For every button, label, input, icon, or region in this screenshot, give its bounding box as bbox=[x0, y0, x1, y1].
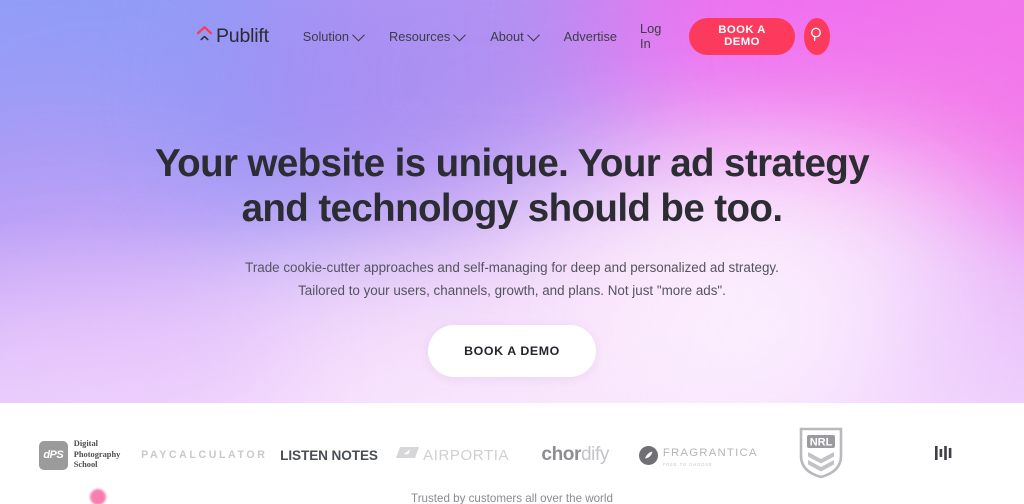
chevron-down-icon bbox=[453, 28, 467, 41]
nrl-shield-icon: NRL bbox=[798, 426, 844, 485]
logo-wordmark: Publift bbox=[216, 24, 269, 47]
brand-logo-fragrantica[interactable]: FRAGRANTICA FREE TO CHOOSE bbox=[637, 427, 760, 483]
login-link[interactable]: Log In bbox=[630, 15, 675, 57]
brand-logo-digital-photography-school[interactable]: dPS Digital Photography School bbox=[18, 427, 141, 483]
hero-headline-line-2: and technology should be too. bbox=[241, 187, 783, 231]
paycalculator-wordmark: PAYCALCULATOR bbox=[141, 449, 268, 461]
trusted-by-caption: Trusted by customers all over the world bbox=[411, 492, 613, 504]
dps-line-2: Photography bbox=[73, 449, 121, 459]
nav-item-resources[interactable]: Resources bbox=[376, 23, 477, 50]
nav-item-advertise[interactable]: Advertise bbox=[551, 23, 630, 50]
airportia-wordmark: AIRPORTIA bbox=[423, 446, 510, 464]
mi-bars-icon bbox=[934, 444, 954, 467]
listen-notes-wordmark: LISTEN NOTES bbox=[280, 447, 378, 463]
search-icon bbox=[808, 26, 825, 46]
chevron-down-icon bbox=[352, 28, 365, 41]
double-chevron-up-icon bbox=[196, 25, 213, 48]
landing-page: Publift Solution Resources About Adverti… bbox=[0, 0, 1024, 504]
airportia-logo: AIRPORTIA bbox=[395, 445, 509, 465]
publift-logo[interactable]: Publift bbox=[196, 25, 269, 48]
brand-logo-nrl[interactable]: NRL bbox=[760, 427, 883, 483]
chordify-wordmark-light: dify bbox=[580, 444, 609, 465]
hero-subheadline-line-1: Trade cookie-cutter approaches and self-… bbox=[245, 260, 779, 276]
nav-item-resources-label: Resources bbox=[389, 28, 451, 44]
brand-logo-listen-notes[interactable]: LISTEN NOTES bbox=[267, 427, 390, 483]
client-logo-strip: dPS Digital Photography School PAYCALCUL… bbox=[0, 403, 1024, 504]
book-a-demo-button-hero[interactable]: BOOK A DEMO bbox=[428, 325, 596, 378]
fragrantica-wordmark-group: FRAGRANTICA FREE TO CHOOSE bbox=[663, 443, 758, 467]
chevron-down-icon bbox=[526, 28, 540, 41]
hero-headline-line-1: Your website is unique. Your ad strategy bbox=[154, 142, 870, 185]
fragrantica-logo: FRAGRANTICA FREE TO CHOOSE bbox=[638, 443, 758, 467]
nav-item-about[interactable]: About bbox=[477, 23, 550, 50]
hero-cta-wrapper: BOOK A DEMO bbox=[0, 302, 1024, 378]
client-logo-row: dPS Digital Photography School PAYCALCUL… bbox=[0, 425, 1024, 485]
nav-item-solution-label: Solution bbox=[302, 28, 350, 44]
chordify-wordmark: chordify bbox=[541, 444, 609, 466]
search-button[interactable] bbox=[803, 17, 830, 55]
book-a-demo-button-nav[interactable]: BOOK A DEMO bbox=[689, 17, 795, 55]
dps-wordmark: Digital Photography School bbox=[74, 439, 121, 471]
top-navigation-bar: Publift Solution Resources About Adverti… bbox=[0, 0, 1024, 72]
hero-subheadline: Trade cookie-cutter approaches and self-… bbox=[0, 231, 1024, 302]
hero-subheadline-line-2: Tailored to your users, channels, growth… bbox=[298, 283, 726, 299]
nav-links: Solution Resources About Advertise bbox=[290, 23, 630, 50]
brand-logo-airportia[interactable]: AIRPORTIA bbox=[391, 427, 514, 483]
airplane-parallelogram-icon bbox=[395, 445, 420, 465]
dps-line-3: School bbox=[73, 460, 98, 470]
brand-logo-mi[interactable] bbox=[883, 427, 1006, 483]
nav-item-advertise-label: Advertise bbox=[563, 28, 618, 44]
dps-badge: dPS bbox=[38, 440, 68, 470]
nav-actions: Log In BOOK A DEMO bbox=[630, 15, 830, 57]
dps-logo: dPS Digital Photography School bbox=[38, 439, 121, 471]
fragrantica-tagline: FREE TO CHOOSE bbox=[662, 462, 713, 467]
nav-item-solution[interactable]: Solution bbox=[290, 23, 376, 50]
svg-text:NRL: NRL bbox=[810, 436, 833, 448]
nav-item-about-label: About bbox=[490, 28, 524, 44]
fragrantica-wordmark: FRAGRANTICA bbox=[662, 447, 758, 459]
dps-line-1: Digital bbox=[73, 438, 98, 448]
brand-logo-chordify[interactable]: chordify bbox=[514, 427, 637, 483]
brand-logo-paycalculator[interactable]: PAYCALCULATOR bbox=[141, 427, 267, 483]
fragrantica-circle-icon bbox=[638, 445, 658, 465]
chordify-wordmark-bold: chor bbox=[541, 444, 581, 465]
